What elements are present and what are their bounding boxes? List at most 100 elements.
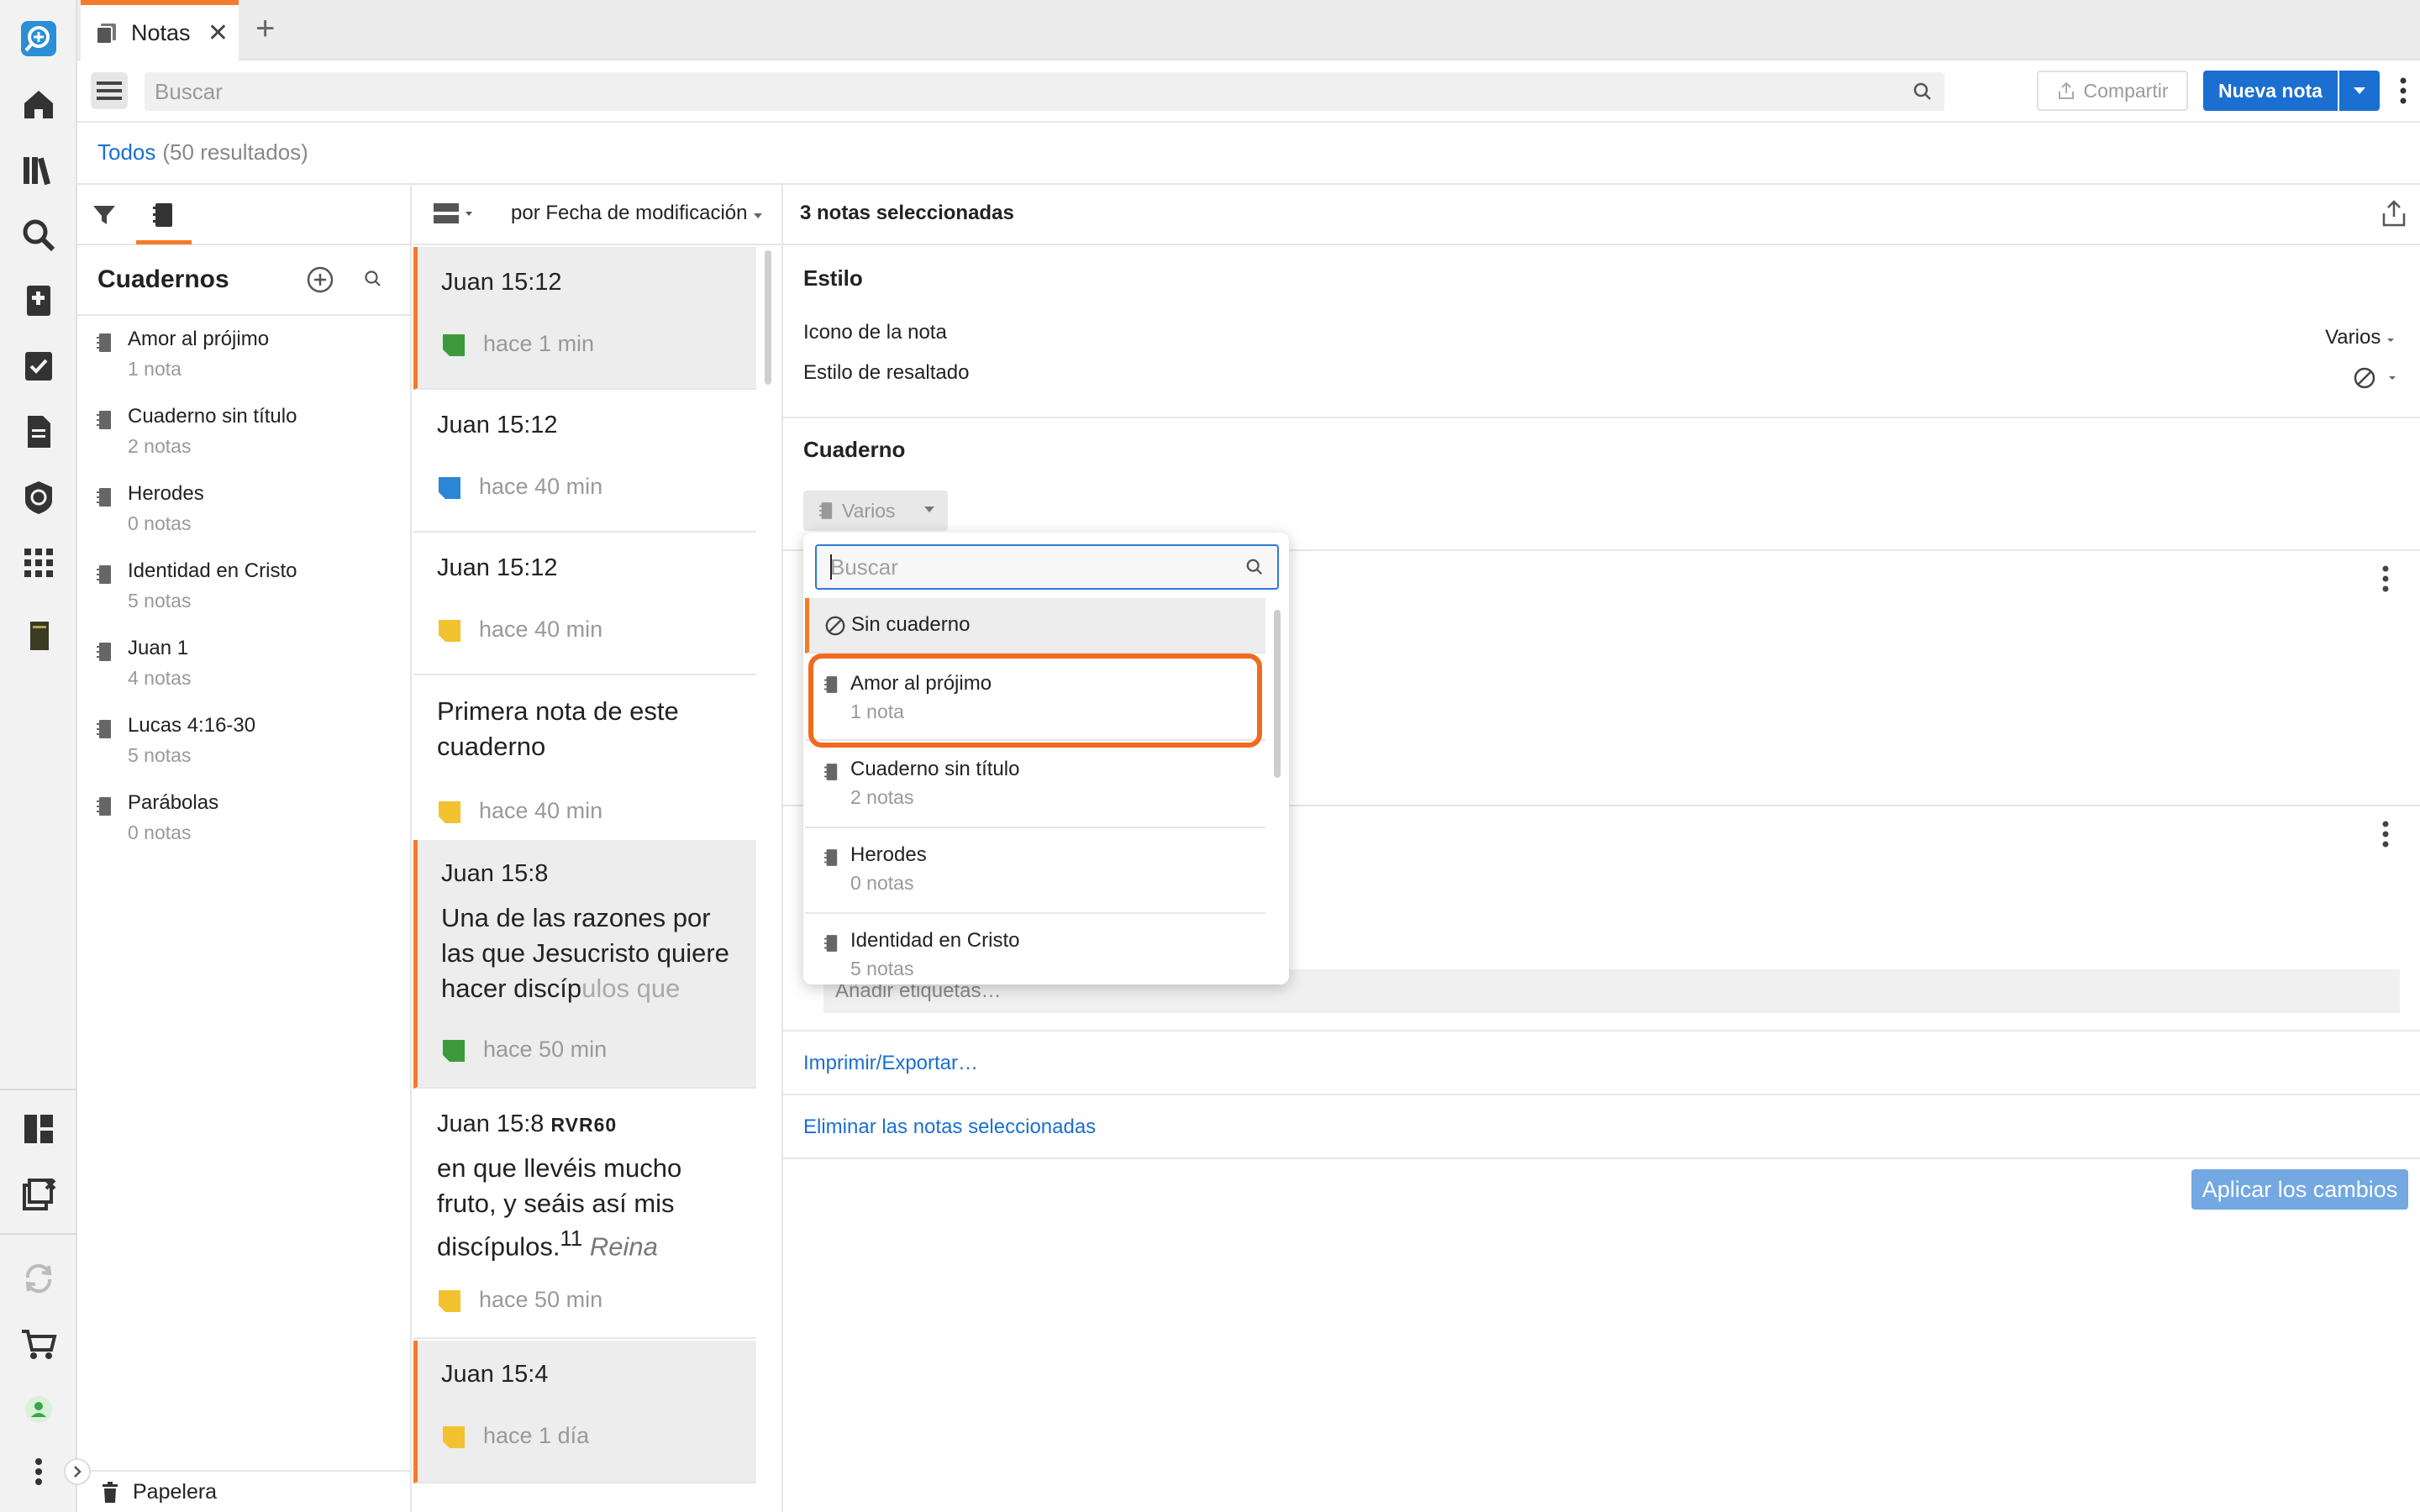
expand-sidebar-button[interactable] <box>64 1458 91 1485</box>
layouts-icon[interactable] <box>15 1105 62 1152</box>
option-count: 1 nota <box>850 701 904 722</box>
close-panels-icon[interactable] <box>15 1171 62 1218</box>
new-note-button[interactable]: Nueva nota <box>2203 71 2338 111</box>
notebooks-title: Cuadernos <box>97 265 229 293</box>
notebook-name: Cuaderno sin título <box>128 405 297 428</box>
note-item[interactable]: Juan 15:8 RVR60 en que llevéis mucho fru… <box>413 1090 756 1339</box>
note-item[interactable]: Juan 15:8 Una de las razones por las que… <box>413 840 756 1089</box>
bible-add-icon[interactable] <box>15 277 62 324</box>
notebook-select-value: Varios <box>842 499 896 522</box>
new-note-label: Nueva nota <box>2218 79 2323 102</box>
note-item[interactable]: Juan 15:12 hace 40 min <box>413 534 756 675</box>
option-name: Cuaderno sin título <box>850 758 1020 780</box>
notebook-name: Herodes <box>128 482 204 505</box>
apply-changes-button[interactable]: Aplicar los cambios <box>2191 1169 2408 1210</box>
sort-dropdown[interactable]: por Fecha de modificación <box>511 202 763 225</box>
home-icon[interactable] <box>15 81 62 128</box>
option-no-notebook[interactable]: Sin cuaderno <box>805 598 1265 654</box>
note-item[interactable]: Primera nota de este cuaderno hace 40 mi… <box>413 677 756 855</box>
checklist-icon[interactable] <box>15 343 62 390</box>
view-mode-icon[interactable] <box>434 202 477 227</box>
notebook-count: 0 notas <box>128 512 192 534</box>
sync-icon[interactable] <box>15 1255 62 1302</box>
delete-selected-link[interactable]: Eliminar las notas seleccionadas <box>803 1116 1096 1139</box>
notebook-count: 1 nota <box>128 358 182 380</box>
book-cover-icon[interactable] <box>15 613 62 660</box>
filter-tab[interactable] <box>86 197 123 234</box>
tab-notas[interactable]: Notas ✕ <box>81 0 239 60</box>
more-options-button[interactable] <box>2388 72 2418 109</box>
notebook-icon <box>823 676 838 693</box>
note-text: en que llevéis mucho fruto, y seáis así … <box>437 1151 739 1264</box>
chevron-down-icon <box>2354 87 2365 94</box>
search-bar <box>145 72 1944 111</box>
option-notebook[interactable]: Identidad en Cristo 5 notas <box>805 914 1265 984</box>
note-text: Primera nota de este cuaderno <box>437 696 679 761</box>
option-count: 2 notas <box>850 786 914 808</box>
notebook-icon <box>97 565 111 584</box>
logos-search-icon[interactable] <box>15 15 62 62</box>
search-notebooks-icon[interactable] <box>363 269 383 289</box>
notebook-icon <box>153 203 172 227</box>
breadcrumb-all-link[interactable]: Todos <box>97 139 155 165</box>
notebook-section-title: Cuaderno <box>803 437 906 462</box>
menu-button[interactable] <box>91 72 128 109</box>
notes-list-panel: por Fecha de modificación Juan 15:12 hac… <box>413 185 783 1512</box>
option-notebook[interactable]: Amor al prójimo 1 nota <box>805 655 1265 741</box>
close-tab-icon[interactable]: ✕ <box>208 18 229 48</box>
notebook-count: 0 notas <box>128 822 192 843</box>
share-icon <box>2058 81 2074 99</box>
more-vertical-icon[interactable] <box>15 1448 62 1495</box>
notebook-count: 5 notas <box>128 744 192 766</box>
notebooks-tab[interactable] <box>145 197 182 234</box>
option-notebook[interactable]: Herodes 0 notas <box>805 828 1265 914</box>
note-flag-icon <box>443 334 465 356</box>
search-icon[interactable] <box>1912 81 1933 102</box>
note-item[interactable]: Juan 15:12 hace 1 min <box>413 247 756 390</box>
caret-down-icon <box>754 213 763 218</box>
atlas-icon[interactable] <box>15 474 62 521</box>
notebook-name: Parábolas <box>128 791 219 814</box>
new-note-dropdown-button[interactable] <box>2339 71 2380 111</box>
library-icon[interactable] <box>15 146 62 193</box>
search-input[interactable] <box>145 72 1944 111</box>
notebook-count: 4 notas <box>128 667 192 689</box>
notes-scrollbar[interactable] <box>765 250 771 385</box>
new-tab-icon[interactable]: + <box>255 10 275 48</box>
note-item[interactable]: Juan 15:4 hace 1 día <box>413 1341 756 1483</box>
note-reference: Juan 15:8 RVR60 <box>437 1110 617 1138</box>
note-timestamp: hace 40 min <box>479 474 603 499</box>
sort-bar: por Fecha de modificación <box>413 185 781 245</box>
user-avatar-icon[interactable] <box>15 1386 62 1433</box>
rail-divider <box>0 1089 77 1090</box>
notebook-count: 5 notas <box>128 590 192 612</box>
note-icon-dropdown[interactable]: Varios <box>2325 326 2395 349</box>
option-count: 5 notas <box>850 958 914 979</box>
option-name: Herodes <box>850 843 927 866</box>
cart-icon[interactable] <box>15 1320 62 1368</box>
search-icon[interactable] <box>15 212 62 259</box>
more-vertical-icon[interactable] <box>2381 820 2390 848</box>
note-item[interactable]: Juan 15:12 hace 40 min <box>413 391 756 533</box>
more-vertical-icon[interactable] <box>2381 564 2390 593</box>
option-name: Amor al prójimo <box>850 672 992 695</box>
highlight-style-dropdown[interactable] <box>2353 366 2396 390</box>
trash-item[interactable]: Papelera <box>77 1470 412 1512</box>
option-notebook[interactable]: Cuaderno sin título 2 notas <box>805 743 1265 828</box>
notebook-search-input[interactable] <box>817 546 1277 588</box>
active-tab-indicator <box>136 240 192 244</box>
add-notebook-icon[interactable] <box>306 265 334 294</box>
notebook-name: Amor al prójimo <box>128 328 270 350</box>
rail-divider <box>0 1233 77 1235</box>
notebook-icon <box>823 935 838 952</box>
popup-scrollbar[interactable] <box>1274 610 1281 778</box>
export-icon[interactable] <box>2380 198 2408 228</box>
share-button[interactable]: Compartir <box>2037 71 2188 111</box>
text-cursor <box>830 554 832 580</box>
notebook-icon <box>97 411 111 429</box>
print-export-link[interactable]: Imprimir/Exportar… <box>803 1052 978 1075</box>
apps-grid-icon[interactable] <box>15 539 62 586</box>
notebook-select[interactable]: Varios <box>803 491 948 531</box>
document-icon[interactable] <box>15 408 62 455</box>
app-rail <box>0 0 77 1512</box>
